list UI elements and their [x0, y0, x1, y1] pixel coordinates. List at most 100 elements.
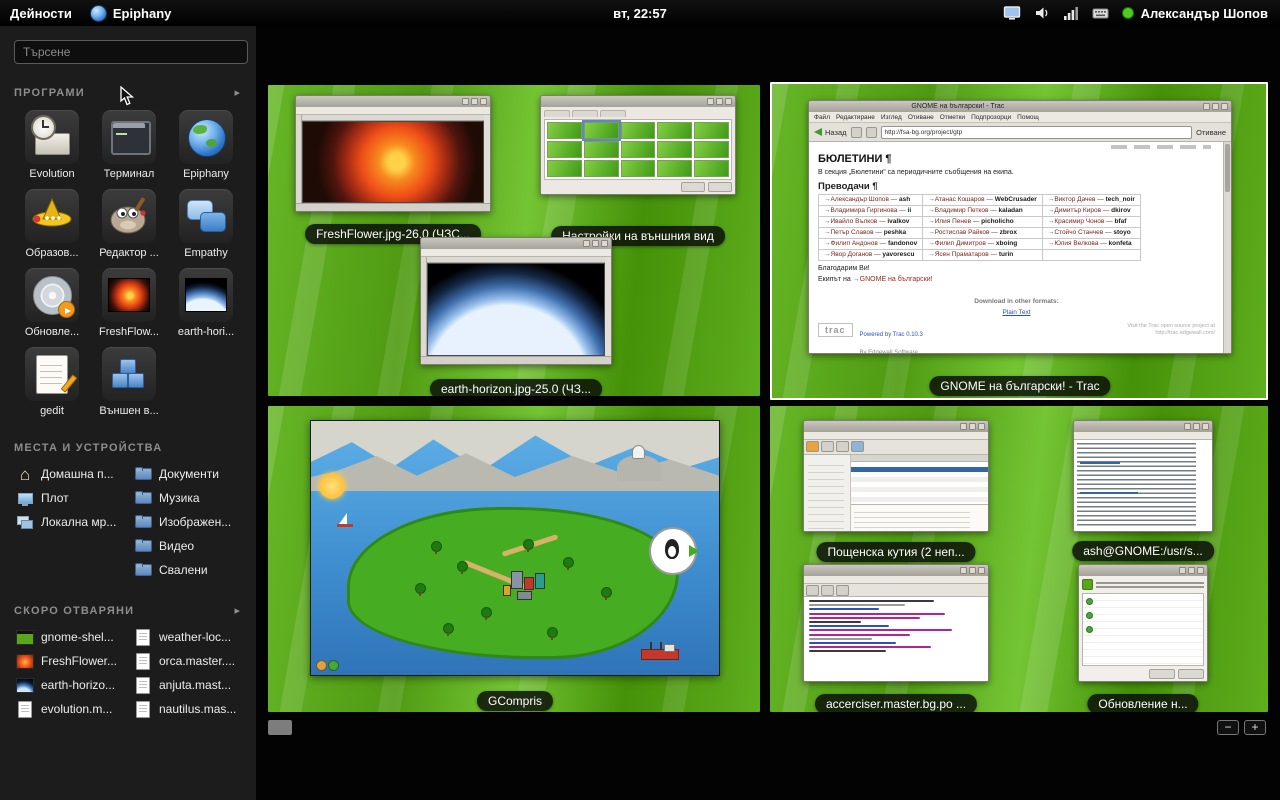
- workspace-1[interactable]: FreshFlower.jpg-26.0 (ЧЗС... Н: [268, 85, 760, 396]
- translator-cell[interactable]: →Стойчо Станчев — stoyo: [1042, 228, 1140, 239]
- place-item-desktop[interactable]: Плот: [14, 486, 128, 510]
- workspace-2-active[interactable]: GNOME на български! - Trac Файл Редактир…: [770, 82, 1268, 400]
- programs-expander-icon[interactable]: ▸: [234, 86, 240, 99]
- gcompris-control-icon[interactable]: [316, 660, 327, 671]
- recent-item[interactable]: nautilus.mas...: [132, 697, 246, 721]
- gcompris-control-icon[interactable]: [328, 660, 339, 671]
- app-tile-evolution[interactable]: Evolution: [14, 107, 90, 183]
- menu-item-edit[interactable]: Редактиране: [836, 114, 875, 121]
- menu-item-bookmarks[interactable]: Отметки: [940, 114, 965, 121]
- home-button[interactable]: [866, 127, 877, 138]
- place-item-documents[interactable]: Документи: [132, 462, 246, 486]
- recent-item[interactable]: gnome-shel...: [14, 625, 128, 649]
- display-icon[interactable]: [1003, 5, 1021, 21]
- gedit-thumbnail[interactable]: [803, 564, 989, 682]
- translator-cell[interactable]: →Юлия Велкова — konfeta: [1042, 239, 1140, 250]
- workspace-3[interactable]: GCompris: [268, 406, 760, 712]
- powered-by-link[interactable]: Powered by Trac 0.10.3: [860, 332, 923, 338]
- place-item-downloads[interactable]: Свалени: [132, 558, 246, 582]
- recent-item[interactable]: weather-loc...: [132, 625, 246, 649]
- gimp-freshflower-thumbnail[interactable]: [295, 95, 491, 212]
- window-gcompris[interactable]: GCompris: [310, 420, 720, 676]
- translator-cell[interactable]: →Филип Димитров — xboing: [923, 239, 1043, 250]
- translator-cell[interactable]: →Владимир Петков — kaladan: [923, 206, 1043, 217]
- place-item-videos[interactable]: Видео: [132, 534, 246, 558]
- translator-cell[interactable]: →Ясен Праматаров — turin: [923, 250, 1043, 261]
- menu-item-tabs[interactable]: Подпрозорци: [971, 114, 1011, 121]
- translator-cell[interactable]: →Виктор Дачев — tech_noir: [1042, 195, 1140, 206]
- add-workspace-button[interactable]: +: [1244, 720, 1266, 735]
- app-tile-gedit[interactable]: gedit: [14, 344, 90, 420]
- team-link[interactable]: →GNOME на български!: [853, 275, 933, 284]
- app-tile-gimp[interactable]: Редактор ...: [91, 186, 167, 262]
- gcompris-thumbnail[interactable]: [310, 420, 720, 676]
- place-item-music[interactable]: Музика: [132, 486, 246, 510]
- window-gedit[interactable]: accerciser.master.bg.po ...: [803, 564, 989, 682]
- workspace-4[interactable]: Пощенска кутия (2 неп... ash@GNOME:/usr/…: [770, 406, 1268, 712]
- translator-cell[interactable]: →Атанас Кошаров — WebCrusader: [923, 195, 1043, 206]
- recent-item[interactable]: FreshFlower...: [14, 649, 128, 673]
- app-tile-empathy[interactable]: Empathy: [168, 186, 244, 262]
- app-tile-gcompris[interactable]: Образов...: [14, 186, 90, 262]
- go-button[interactable]: Отиване: [1196, 128, 1226, 137]
- window-gimp-earth[interactable]: earth-horizon.jpg-25.0 (ЧЗ...: [420, 237, 612, 365]
- app-tile-epiphany[interactable]: Epiphany: [168, 107, 244, 183]
- translator-cell[interactable]: →Ивайло Вълков — ivalkov: [819, 217, 923, 228]
- volume-icon[interactable]: [1034, 5, 1050, 21]
- address-bar[interactable]: http://fsa-bg.org/project/gtp: [881, 126, 1193, 139]
- window-browser-trac[interactable]: GNOME на български! - Trac Файл Редактир…: [808, 100, 1232, 354]
- place-item-pictures[interactable]: Изображен...: [132, 510, 246, 534]
- recent-item[interactable]: anjuta.mast...: [132, 673, 246, 697]
- menu-item-go[interactable]: Отиване: [908, 114, 934, 121]
- app-tile-freshflower[interactable]: FreshFlow...: [91, 265, 167, 341]
- app-menu-button[interactable]: Epiphany: [90, 5, 172, 22]
- menu-item-file[interactable]: Файл: [814, 114, 830, 121]
- window-appearance[interactable]: Настройки на външния вид: [540, 95, 736, 195]
- translator-cell[interactable]: →Димитър Киров — dkirov: [1042, 206, 1140, 217]
- recent-item[interactable]: evolution.m...: [14, 697, 128, 721]
- workspace-indicator[interactable]: [268, 720, 292, 735]
- translator-cell[interactable]: →Красимир Чонов — bfaf: [1042, 217, 1140, 228]
- appearance-thumbnail[interactable]: [540, 95, 736, 195]
- user-menu-button[interactable]: Александър Шопов: [1122, 6, 1268, 21]
- recent-expander-icon[interactable]: ▸: [234, 604, 240, 617]
- update-thumbnail[interactable]: [1078, 564, 1208, 682]
- place-item-home[interactable]: Домашна п...: [14, 462, 128, 486]
- translator-cell[interactable]: →Петър Славов — peshka: [819, 228, 923, 239]
- translator-cell[interactable]: →Илия Пенев — picholicho: [923, 217, 1043, 228]
- gimp-earth-thumbnail[interactable]: [420, 237, 612, 365]
- recent-item[interactable]: orca.master....: [132, 649, 246, 673]
- terminal-thumbnail[interactable]: [1073, 420, 1213, 532]
- translator-cell[interactable]: →Владимира Гиргинова — ii: [819, 206, 923, 217]
- evolution-thumbnail[interactable]: [803, 420, 989, 532]
- reload-button[interactable]: [851, 127, 862, 138]
- clock[interactable]: вт, 22:57: [613, 6, 667, 21]
- scrollbar[interactable]: [1223, 142, 1231, 353]
- app-tile-software-update[interactable]: Обновле...: [14, 265, 90, 341]
- app-tile-appearance[interactable]: Външен в...: [91, 344, 167, 420]
- back-button[interactable]: Назад: [814, 128, 847, 137]
- visit-url[interactable]: http://trac.edgewall.com/: [1155, 330, 1215, 336]
- epiphany-trac-thumbnail[interactable]: GNOME на български! - Trac Файл Редактир…: [808, 100, 1232, 354]
- keyboard-icon[interactable]: [1092, 5, 1109, 21]
- app-tile-terminal[interactable]: Терминал: [91, 107, 167, 183]
- window-software-update[interactable]: Обновление н...: [1078, 564, 1208, 682]
- place-item-network[interactable]: Локална мр...: [14, 510, 128, 534]
- window-evolution[interactable]: Пощенска кутия (2 неп...: [803, 420, 989, 532]
- menu-item-help[interactable]: Помощ: [1017, 114, 1039, 121]
- activity-badge[interactable]: [649, 527, 697, 575]
- translator-cell[interactable]: →Филип Андонов — fandonov: [819, 239, 923, 250]
- translator-cell[interactable]: →Явор Доганов — yavorescu: [819, 250, 923, 261]
- recent-item[interactable]: earth-horizo...: [14, 673, 128, 697]
- search-input[interactable]: [14, 40, 248, 64]
- translator-cell[interactable]: →Ростислав Райков — zbrox: [923, 228, 1043, 239]
- menu-item-view[interactable]: Изглед: [881, 114, 902, 121]
- window-terminal[interactable]: ash@GNOME:/usr/s...: [1073, 420, 1213, 532]
- window-gimp-freshflower[interactable]: FreshFlower.jpg-26.0 (ЧЗС...: [295, 95, 491, 212]
- network-signal-icon[interactable]: [1063, 5, 1079, 21]
- translator-cell[interactable]: [1042, 250, 1140, 261]
- translator-cell[interactable]: →Александър Шопов — ash: [819, 195, 923, 206]
- activities-button[interactable]: Дейности: [10, 6, 72, 21]
- app-tile-earth-horizon[interactable]: earth-hori...: [168, 265, 244, 341]
- plain-text-link[interactable]: Plain Text: [818, 309, 1215, 316]
